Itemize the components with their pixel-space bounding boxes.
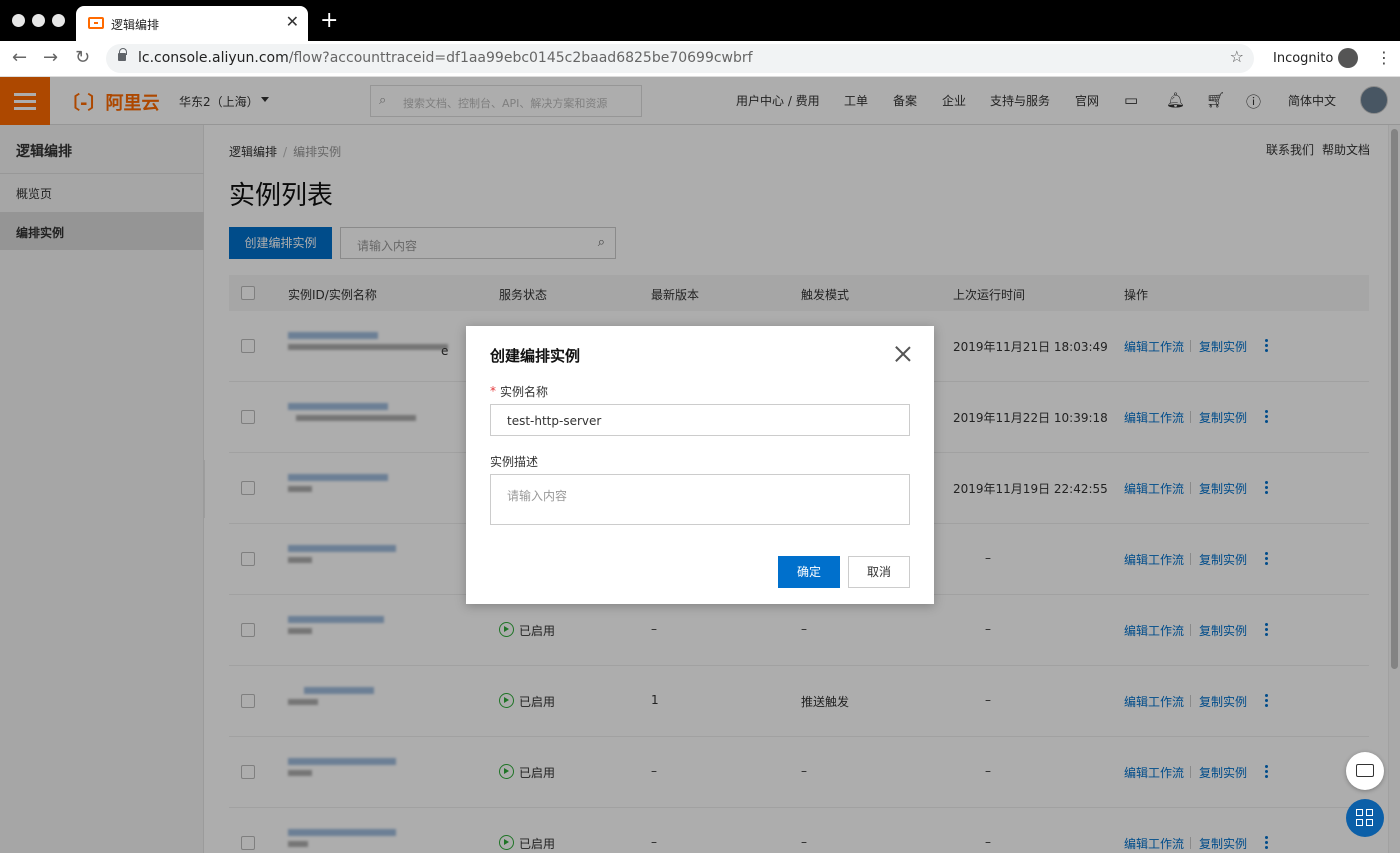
cancel-button[interactable]: 取消 — [848, 556, 910, 588]
tab-close-icon[interactable]: ✕ — [286, 12, 299, 31]
apps-grid-icon — [1356, 809, 1363, 816]
instance-name-label: 实例名称 — [500, 385, 549, 399]
instance-desc-textarea[interactable]: 请输入内容 — [490, 474, 910, 525]
browser-menu-icon[interactable]: ⋮ — [1376, 48, 1392, 67]
tab-title: 逻辑编排 — [111, 18, 160, 32]
incognito-icon[interactable] — [1338, 48, 1358, 68]
confirm-button[interactable]: 确定 — [778, 556, 840, 588]
instance-name-input[interactable]: test-http-server — [490, 404, 910, 436]
aliyun-favicon-icon — [88, 17, 104, 29]
new-tab-button[interactable]: + — [320, 8, 338, 33]
back-icon[interactable]: ← — [12, 47, 27, 68]
address-bar[interactable]: lc.console.aliyun.com/flow?accounttracei… — [106, 44, 1254, 73]
create-instance-dialog: 创建编排实例 * 实例名称 test-http-server 实例描述 请输入内… — [466, 326, 934, 604]
browser-toolbar: ← → ↻ lc.console.aliyun.com/flow?account… — [0, 41, 1400, 77]
dialog-title: 创建编排实例 — [490, 347, 581, 365]
chat-icon — [1356, 764, 1374, 777]
url-text: lc.console.aliyun.com/flow?accounttracei… — [138, 50, 753, 66]
window-maximize-button[interactable] — [52, 14, 65, 27]
apps-float-button[interactable] — [1346, 799, 1384, 837]
close-icon[interactable] — [894, 345, 912, 363]
window-minimize-button[interactable] — [32, 14, 45, 27]
required-mark: * — [490, 384, 496, 398]
instance-desc-label: 实例描述 — [490, 455, 539, 469]
reload-icon[interactable]: ↻ — [75, 47, 90, 68]
browser-tab[interactable]: 逻辑编排 ✕ — [76, 6, 308, 41]
forward-icon[interactable]: → — [43, 47, 58, 68]
chat-float-button[interactable] — [1346, 752, 1384, 790]
lock-icon — [118, 48, 127, 61]
bookmark-star-icon[interactable]: ☆ — [1230, 47, 1244, 66]
browser-tabbar: 逻辑编排 ✕ + — [0, 0, 1400, 41]
incognito-label: Incognito — [1273, 51, 1334, 66]
window-close-button[interactable] — [12, 14, 25, 27]
